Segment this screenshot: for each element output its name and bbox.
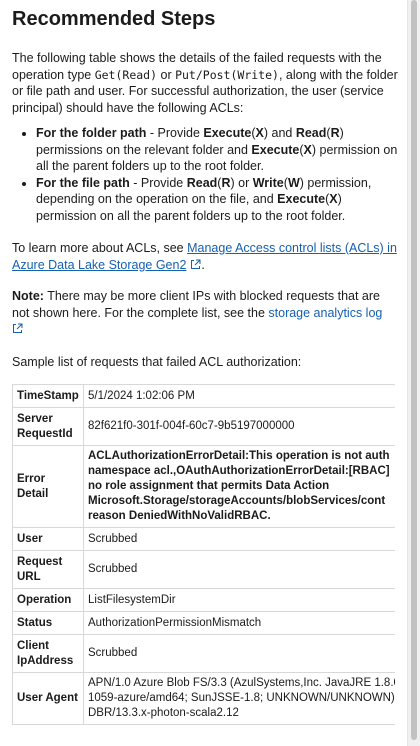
row-key-status: Status	[12, 611, 84, 635]
bullet-heading: For the file path	[36, 175, 130, 190]
row-key-user: User	[12, 527, 84, 551]
table-row: Client IpAddress Scrubbed	[12, 634, 395, 673]
scrollbar-thumb[interactable]	[411, 0, 417, 740]
page-title: Recommended Steps	[12, 8, 216, 30]
bullet-bold: Read	[295, 126, 327, 140]
external-link-icon[interactable]	[190, 258, 201, 275]
bullet-heading: For the folder path	[36, 126, 147, 140]
table-row: User Scrubbed	[12, 527, 395, 551]
bullet-file-path: For the file path - Provide Read(R) or W…	[36, 175, 398, 225]
row-value-timestamp: 5/1/2024 1:02:06 PM	[83, 384, 395, 408]
note-label: Note:	[12, 289, 44, 303]
row-key-error-detail: Error Detail	[12, 445, 84, 528]
bullet-bold: R	[330, 126, 340, 140]
row-key-client-ip: Client IpAddress	[12, 634, 84, 673]
row-value-request-url: Scrubbed	[83, 550, 395, 589]
bullet-bold: X	[329, 192, 338, 206]
error-line: no role assignment that permits Data Act…	[88, 480, 330, 492]
row-key-user-agent: User Agent	[12, 672, 84, 725]
error-line: reason DeniedWithNoValidRBAC.	[88, 510, 271, 522]
table-row: Error Detail ACLAuthorizationErrorDetail…	[12, 445, 395, 528]
recommended-steps-panel: Recommended Steps The following table sh…	[12, 0, 398, 370]
row-value-operation: ListFilesystemDir	[83, 588, 395, 612]
row-value-client-ip: Scrubbed	[83, 634, 395, 673]
bullet-bold: Read	[186, 175, 218, 190]
failed-requests-table-container: TimeStamp 5/1/2024 1:02:06 PM Server Req…	[12, 384, 395, 725]
bullet-text: - Provide	[129, 175, 187, 190]
row-value-user: Scrubbed	[83, 527, 395, 551]
learn-prefix: To learn more about ACLs, see	[12, 241, 188, 255]
user-agent-line: APN/1.0 Azure Blob FS/3.3 (AzulSystems,I…	[88, 677, 395, 689]
bullet-bold: R	[221, 175, 231, 190]
external-link-icon[interactable]	[12, 322, 23, 339]
table-row: Operation ListFilesystemDir	[12, 588, 395, 612]
table-row: User Agent APN/1.0 Azure Blob FS/3.3 (Az…	[12, 672, 395, 725]
table-row: TimeStamp 5/1/2024 1:02:06 PM	[12, 384, 395, 408]
intro-paragraph: The following table shows the details of…	[12, 50, 398, 116]
storage-analytics-log-link[interactable]: storage analytics log	[268, 306, 382, 320]
learn-more-paragraph: To learn more about ACLs, see Manage Acc…	[12, 240, 398, 274]
error-line: Microsoft.Storage/storageAccounts/blobSe…	[88, 495, 386, 507]
bullet-bold: Execute	[203, 126, 252, 140]
table-row: Request URL Scrubbed	[12, 550, 395, 589]
error-line: ACLAuthorizationErrorDetail:This operati…	[88, 450, 390, 462]
learn-suffix: .	[201, 257, 205, 272]
row-key-request-url: Request URL	[12, 550, 84, 589]
table-row: Server RequestId 82f621f0-301f-004f-60c7…	[12, 407, 395, 446]
user-agent-line: DBR/13.3.x-photon-scala2.12	[88, 707, 239, 719]
acl-bullet-list: For the folder path - Provide Execute(X)…	[12, 125, 398, 224]
bullet-bold: Execute	[251, 142, 300, 157]
bullet-bold: Write	[252, 175, 284, 190]
code-put-post-write: Put/Post(Write)	[175, 67, 279, 82]
row-value-user-agent: APN/1.0 Azure Blob FS/3.3 (AzulSystems,I…	[83, 672, 395, 725]
row-key-server-request-id: Server RequestId	[12, 407, 84, 446]
sample-caption: Sample list of requests that failed ACL …	[12, 354, 302, 369]
vertical-scrollbar[interactable]	[407, 0, 420, 746]
bullet-bold: X	[255, 126, 264, 140]
bullet-bold: Execute	[277, 192, 326, 206]
row-value-server-request-id: 82f621f0-301f-004f-60c7-9b5197000000	[83, 407, 395, 446]
code-get-read: Get(Read)	[94, 67, 158, 82]
bullet-text: ) and	[263, 126, 296, 140]
user-agent-line: 1059-azure/amd64; SunJSSE-1.8; UNKNOWN/U…	[88, 692, 395, 704]
row-key-timestamp: TimeStamp	[12, 384, 84, 408]
note-paragraph: Note: There may be more client IPs with …	[12, 288, 398, 339]
bullet-bold: W	[287, 175, 300, 190]
error-line: namespace acl.,OAuthAuthorizationErrorDe…	[88, 465, 390, 477]
row-key-operation: Operation	[12, 588, 84, 612]
bullet-folder-path: For the folder path - Provide Execute(X)…	[36, 125, 398, 175]
bullet-text: - Provide	[146, 126, 204, 140]
bullet-text: ) or	[230, 175, 253, 190]
failed-requests-table: TimeStamp 5/1/2024 1:02:06 PM Server Req…	[12, 384, 395, 725]
intro-text-2: or	[157, 67, 176, 82]
row-value-error-detail: ACLAuthorizationErrorDetail:This operati…	[83, 445, 395, 528]
bullet-bold: X	[303, 142, 312, 157]
table-row: Status AuthorizationPermissionMismatch	[12, 611, 395, 635]
row-value-status: AuthorizationPermissionMismatch	[83, 611, 395, 635]
